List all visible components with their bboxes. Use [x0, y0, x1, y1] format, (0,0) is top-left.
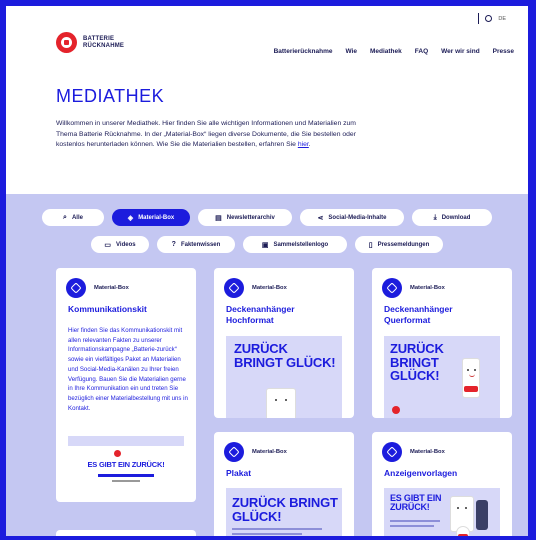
- language-switcher[interactable]: DE: [478, 13, 506, 24]
- card-deckenanhaenger-querformat[interactable]: Material-Box Deckenanhänger Querformat Z…: [372, 268, 512, 418]
- box-icon: ◈: [127, 214, 134, 222]
- language-label: DE: [498, 15, 506, 22]
- search-icon: ⌕: [63, 213, 67, 221]
- question-icon: ?: [171, 241, 176, 248]
- mini-logo-icon: [114, 450, 121, 457]
- filter-row-1: ⌕ Alle ◈ Material-Box ▤ Newsletterarchiv ⋖ S…: [6, 209, 528, 226]
- nav-wie[interactable]: Wie: [345, 48, 357, 55]
- nav-batterieruecknahme[interactable]: Batterierücknahme: [274, 48, 333, 55]
- chip-label: Alle: [71, 214, 83, 221]
- card-title: Kommunikationskit: [68, 304, 147, 314]
- preview-fineprint: [390, 520, 440, 522]
- card-category: Material-Box: [252, 449, 287, 455]
- card-title: Deckenanhänger Querformat: [384, 304, 453, 325]
- filter-bar: ⌕ Alle ◈ Material-Box ▤ Newsletterarchiv ⋖ S…: [6, 209, 528, 263]
- filter-sammelstellenlogo[interactable]: ▣ Sammelstellenlogo: [243, 236, 347, 253]
- box-icon: [224, 278, 244, 298]
- box-icon: [382, 442, 402, 462]
- browser-frame: BATTERIE RÜCKNAHME DE Batterierücknahme …: [0, 0, 536, 540]
- main-nav: Batterierücknahme Wie Mediathek FAQ Wer …: [274, 48, 514, 55]
- page-title: MEDIATHEK: [56, 86, 165, 106]
- chip-label: Sammelstellenlogo: [273, 241, 329, 248]
- card-plakat[interactable]: Material-Box Plakat ZURÜCK BRINGT GLÜCK!: [214, 432, 354, 536]
- chip-label: Download: [441, 214, 471, 221]
- card-category: Material-Box: [410, 449, 445, 455]
- card-category: Material-Box: [410, 285, 445, 291]
- chip-label: Faktenwissen: [180, 241, 221, 248]
- box-icon: [224, 442, 244, 462]
- card-title: Plakat: [226, 468, 252, 478]
- box-icon: [66, 278, 86, 298]
- filter-faktenwissen[interactable]: ? Faktenwissen: [157, 236, 235, 253]
- chip-label: Newsletterarchiv: [226, 214, 275, 221]
- card-category: Material-Box: [252, 285, 287, 291]
- globe-icon: [485, 15, 493, 22]
- intro-link[interactable]: hier: [298, 141, 309, 148]
- newsletter-icon: ▤: [215, 214, 222, 222]
- logo-wordmark: BATTERIE RÜCKNAHME: [83, 36, 124, 49]
- preview-headline: ZURÜCK BRINGT GLÜCK!: [390, 341, 444, 384]
- filter-social-media[interactable]: ⋖ Social-Media-Inhalte: [300, 209, 404, 226]
- card-anzeigenvorlagen[interactable]: Material-Box Anzeigenvorlagen ES GIBT EI…: [372, 432, 512, 536]
- filter-newsletterarchiv[interactable]: ▤ Newsletterarchiv: [198, 209, 292, 226]
- intro-body: Willkommen in unserer Mediathek. Hier fi…: [56, 120, 356, 148]
- battery-mascot-icon: [266, 388, 296, 418]
- chip-label: Social-Media-Inhalte: [328, 214, 387, 221]
- card-preview-image: ES GIBT EIN ZURÜCK!: [384, 488, 500, 536]
- preview-headline: ZURÜCK BRINGT GLÜCK!: [232, 495, 338, 524]
- site-logo[interactable]: BATTERIE RÜCKNAHME: [56, 32, 124, 53]
- preview-headline: ES GIBT EIN ZURÜCK!: [390, 493, 442, 513]
- nav-mediathek[interactable]: Mediathek: [370, 48, 402, 55]
- mini-logo-icon: [392, 406, 400, 414]
- preview-headline: ES GIBT EIN ZURÜCK!: [87, 460, 165, 469]
- battery-mascot-dark-icon: [476, 500, 488, 530]
- chip-label: Pressemeldungen: [377, 241, 430, 248]
- filter-videos[interactable]: ▭ Videos: [91, 236, 149, 253]
- chip-label: Videos: [116, 241, 136, 248]
- battery-cap: [464, 386, 478, 392]
- card-preview-image: ZURÜCK BRINGT GLÜCK!: [226, 488, 342, 536]
- preview-headline: ZURÜCK BRINGT GLÜCK!: [234, 341, 336, 370]
- card-preview-image: ES GIBT EIN ZURÜCK!: [68, 436, 184, 494]
- battery-cap: [458, 534, 468, 536]
- filter-download[interactable]: ⤓ Download: [412, 209, 492, 226]
- nav-wer-wir-sind[interactable]: Wer wir sind: [441, 48, 480, 55]
- nav-presse[interactable]: Presse: [493, 48, 514, 55]
- battery-logo-icon: [56, 32, 77, 53]
- divider: [478, 13, 480, 24]
- share-icon: ⋖: [317, 214, 324, 222]
- preview-fineprint: [232, 533, 302, 535]
- preview-fineprint: [390, 525, 434, 527]
- card-partial[interactable]: [56, 530, 196, 536]
- card-title: Anzeigenvorlagen: [384, 468, 458, 478]
- preview-fineprint: [232, 528, 322, 530]
- logo-icon: ▣: [261, 241, 269, 249]
- box-icon: [382, 278, 402, 298]
- card-deckenanhaenger-hochformat[interactable]: Material-Box Deckenanhänger Hochformat Z…: [214, 268, 354, 418]
- filter-row-2: ▭ Videos ? Faktenwissen ▣ Sammelstellenlogo…: [6, 236, 528, 253]
- card-description: Hier finden Sie das Kommunikationskit mi…: [68, 327, 188, 412]
- video-icon: ▭: [104, 241, 112, 249]
- preview-bar: [98, 474, 154, 477]
- logo-line-2: RÜCKNAHME: [83, 42, 125, 49]
- card-category: Material-Box: [94, 285, 129, 291]
- nav-faq[interactable]: FAQ: [415, 48, 428, 55]
- intro-text: Willkommen in unserer Mediathek. Hier fi…: [56, 119, 356, 151]
- card-kommunikationskit[interactable]: Material-Box Kommunikationskit Hier find…: [56, 268, 196, 502]
- card-preview-image: ZURÜCK BRINGT GLÜCK!: [226, 336, 342, 418]
- site-header: BATTERIE RÜCKNAHME DE Batterierücknahme …: [6, 6, 528, 68]
- download-icon: ⤓: [433, 213, 437, 221]
- document-icon: ▯: [368, 241, 373, 249]
- intro-suffix: .: [308, 141, 311, 148]
- card-preview-image: ZURÜCK BRINGT GLÜCK!: [384, 336, 500, 418]
- battery-mascot-icon: [462, 358, 480, 398]
- battery-mascot-round-icon: [456, 526, 470, 536]
- filter-material-box[interactable]: ◈ Material-Box: [112, 209, 190, 226]
- chip-label: Material-Box: [138, 214, 175, 221]
- filter-alle[interactable]: ⌕ Alle: [42, 209, 104, 226]
- card-title: Deckenanhänger Hochformat: [226, 304, 295, 325]
- filter-pressemeldungen[interactable]: ▯ Pressemeldungen: [355, 236, 443, 253]
- preview-fineprint: [112, 480, 140, 482]
